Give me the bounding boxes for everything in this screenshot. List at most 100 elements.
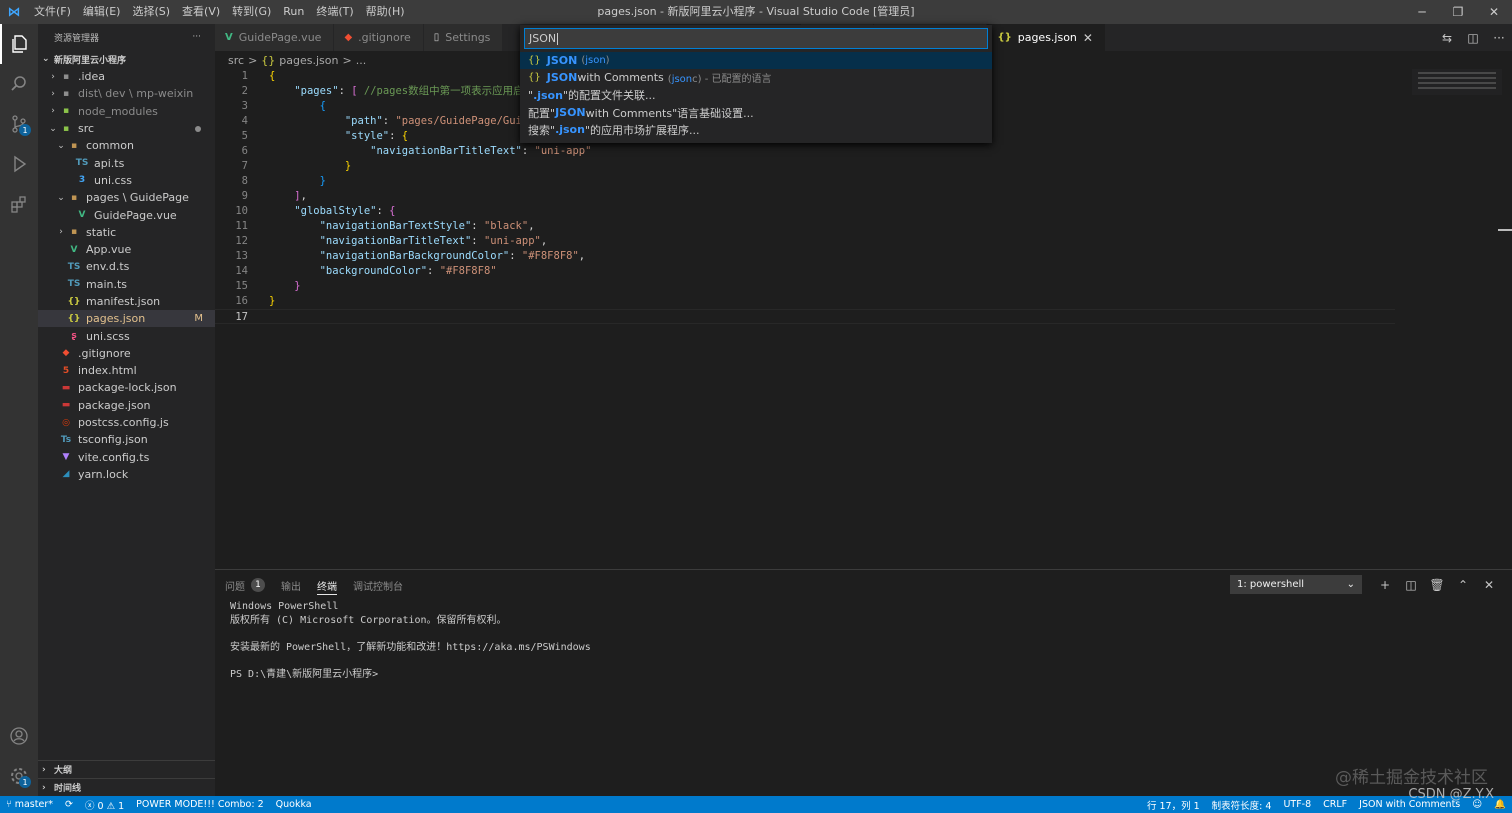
- panel-tab[interactable]: 调试控制台: [353, 570, 403, 600]
- cursor-position[interactable]: 行 17，列 1: [1141, 798, 1206, 812]
- menu-item[interactable]: 查看(V): [176, 0, 226, 24]
- accounts-icon[interactable]: [0, 716, 38, 756]
- editor-tab[interactable]: ◆ .gitignore: [334, 24, 424, 51]
- project-section-header[interactable]: ⌄ 新版阿里云小程序: [38, 50, 215, 68]
- tree-item-label: uni.css: [94, 173, 133, 187]
- code-editor[interactable]: 1{2 "pages": [ //pages数组中第一项表示应用启 3 {4 "p…: [215, 69, 1512, 569]
- explorer-icon[interactable]: [0, 24, 38, 64]
- trash-icon[interactable]: 🗑: [1424, 578, 1450, 592]
- timeline-section-header[interactable]: › 时间线: [38, 778, 215, 796]
- encoding[interactable]: UTF-8: [1277, 799, 1317, 810]
- code-token: "navigationBarTextStyle": [319, 220, 472, 232]
- split-editor-icon[interactable]: ◫: [1460, 31, 1486, 45]
- editor-tab[interactable]: V GuidePage.vue: [215, 24, 335, 51]
- close-window-icon[interactable]: ✕: [1476, 0, 1512, 24]
- source-control-icon[interactable]: 1: [0, 104, 38, 144]
- menu-item[interactable]: 编辑(E): [77, 0, 127, 24]
- maximize-panel-icon[interactable]: ⌃: [1450, 578, 1476, 592]
- tree-item[interactable]: ▬ package.json: [38, 397, 215, 414]
- tree-item[interactable]: ◎ postcss.config.js: [38, 414, 215, 431]
- quick-pick-item[interactable]: " .json "的配置文件关联...: [520, 87, 992, 104]
- panel-tab[interactable]: 终端: [317, 570, 337, 600]
- search-icon[interactable]: [0, 64, 38, 104]
- breadcrumb-item[interactable]: ...: [356, 54, 367, 67]
- activity-bar: 1 1: [0, 24, 38, 796]
- more-actions-icon[interactable]: ···: [1486, 31, 1512, 45]
- outline-section-header[interactable]: › 大纲: [38, 760, 215, 778]
- match-highlight: json: [671, 74, 693, 86]
- quokka-status[interactable]: Quokka: [270, 799, 318, 810]
- quick-pick-item[interactable]: 搜索" .json "的应用市场扩展程序...: [520, 121, 992, 138]
- tree-item[interactable]: › ▪ .idea: [38, 68, 215, 85]
- new-terminal-icon[interactable]: +: [1372, 578, 1398, 592]
- tree-item[interactable]: › ▪ dist \ dev \ mp-weixin: [38, 85, 215, 102]
- tree-item[interactable]: TS api.ts: [38, 154, 215, 171]
- sync-icon[interactable]: ⟳: [59, 799, 79, 810]
- quick-pick-item[interactable]: {} JSON with Comments (jsonc) - 已配置的语言: [520, 69, 992, 86]
- tree-item[interactable]: ◆ .gitignore: [38, 345, 215, 362]
- tree-item[interactable]: 5 index.html: [38, 362, 215, 379]
- manage-gear-icon[interactable]: 1: [0, 756, 38, 796]
- tree-item[interactable]: ⌄ ▪ src: [38, 120, 215, 137]
- menu-item[interactable]: Run: [277, 0, 310, 24]
- end-of-line[interactable]: CRLF: [1317, 799, 1353, 810]
- menu-item[interactable]: 选择(S): [126, 0, 176, 24]
- terminal-output[interactable]: Windows PowerShell 版权所有 (C) Microsoft Cor…: [215, 600, 1512, 681]
- tree-item[interactable]: ▼ vite.config.ts: [38, 449, 215, 466]
- terminal-select[interactable]: 1: powershell ⌄: [1230, 575, 1362, 594]
- menu-item[interactable]: 文件(F): [28, 0, 77, 24]
- tree-item[interactable]: ◢ yarn.lock: [38, 466, 215, 483]
- code-token: :: [376, 205, 390, 217]
- menu-item[interactable]: 终端(T): [310, 0, 359, 24]
- text-caret: [557, 32, 559, 45]
- panel-tab[interactable]: 输出: [281, 570, 301, 600]
- power-mode-status[interactable]: POWER MODE!!! Combo: 2: [130, 799, 269, 810]
- tree-item-label: App.vue: [86, 243, 132, 257]
- tree-item[interactable]: Ts tsconfig.json: [38, 431, 215, 448]
- breadcrumb-item[interactable]: pages.json: [279, 54, 338, 67]
- indentation[interactable]: 制表符长度: 4: [1206, 798, 1278, 812]
- tree-item[interactable]: 3 uni.css: [38, 172, 215, 189]
- git-branch[interactable]: ⑂ master*: [0, 799, 59, 810]
- problems-summary[interactable]: ⓧ 0 ⚠ 1: [79, 798, 130, 812]
- tree-item[interactable]: {} pages.json M: [38, 310, 215, 328]
- tree-item[interactable]: › ▪ static: [38, 224, 215, 241]
- close-panel-icon[interactable]: ✕: [1476, 578, 1502, 592]
- tree-item[interactable]: V GuidePage.vue: [38, 206, 215, 223]
- more-actions-icon[interactable]: ···: [192, 32, 201, 42]
- minimize-icon[interactable]: ─: [1404, 0, 1440, 24]
- tree-item[interactable]: ⌄ ▪ common: [38, 137, 215, 154]
- tree-item[interactable]: ▬ package-lock.json: [38, 379, 215, 396]
- panel-tab[interactable]: 问题 1: [225, 570, 265, 600]
- code-token: }: [344, 160, 352, 172]
- quick-pick-item[interactable]: {} JSON (json): [520, 52, 992, 70]
- compare-icon[interactable]: ⇆: [1434, 31, 1460, 45]
- split-terminal-icon[interactable]: ◫: [1398, 578, 1424, 592]
- menu-item[interactable]: 帮助(H): [360, 0, 411, 24]
- minimap[interactable]: [1412, 69, 1502, 95]
- tree-item[interactable]: ⌄ ▪ pages \ GuidePage: [38, 189, 215, 206]
- tree-item-label: pages.json: [86, 312, 146, 326]
- tree-item[interactable]: TS main.ts: [38, 276, 215, 293]
- editor-tab[interactable]: ▯ Settings: [423, 24, 504, 51]
- tree-item[interactable]: V App.vue: [38, 241, 215, 258]
- editor-tab[interactable]: {} pages.json ✕: [987, 24, 1106, 51]
- code-line: 11 "navigationBarTextStyle": "black",: [215, 219, 1395, 234]
- line-number: 12: [235, 235, 248, 247]
- restore-icon[interactable]: ❐: [1440, 0, 1476, 24]
- tree-item[interactable]: › ▪ node_modules: [38, 103, 215, 120]
- item-text: with Comments: [577, 71, 664, 85]
- run-debug-icon[interactable]: [0, 144, 38, 184]
- quick-pick-input[interactable]: JSON: [524, 28, 988, 49]
- bottom-panel: 问题 1 输出 终端 调试控制台 1: powershell ⌄ + ◫ 🗑 ⌃ ✕ W…: [215, 569, 1512, 796]
- close-icon[interactable]: ✕: [1083, 31, 1093, 45]
- tree-item[interactable]: {} manifest.json: [38, 293, 215, 310]
- tree-item[interactable]: ʂ uni.scss: [38, 327, 215, 344]
- quick-pick-item[interactable]: 配置" JSON with Comments"语言基础设置...: [520, 104, 992, 121]
- tree-item-label: api.ts: [94, 156, 125, 170]
- tree-item[interactable]: TS env.d.ts: [38, 258, 215, 275]
- extensions-icon[interactable]: [0, 184, 38, 224]
- breadcrumb-item[interactable]: src: [228, 54, 244, 67]
- menu-item[interactable]: 转到(G): [226, 0, 277, 24]
